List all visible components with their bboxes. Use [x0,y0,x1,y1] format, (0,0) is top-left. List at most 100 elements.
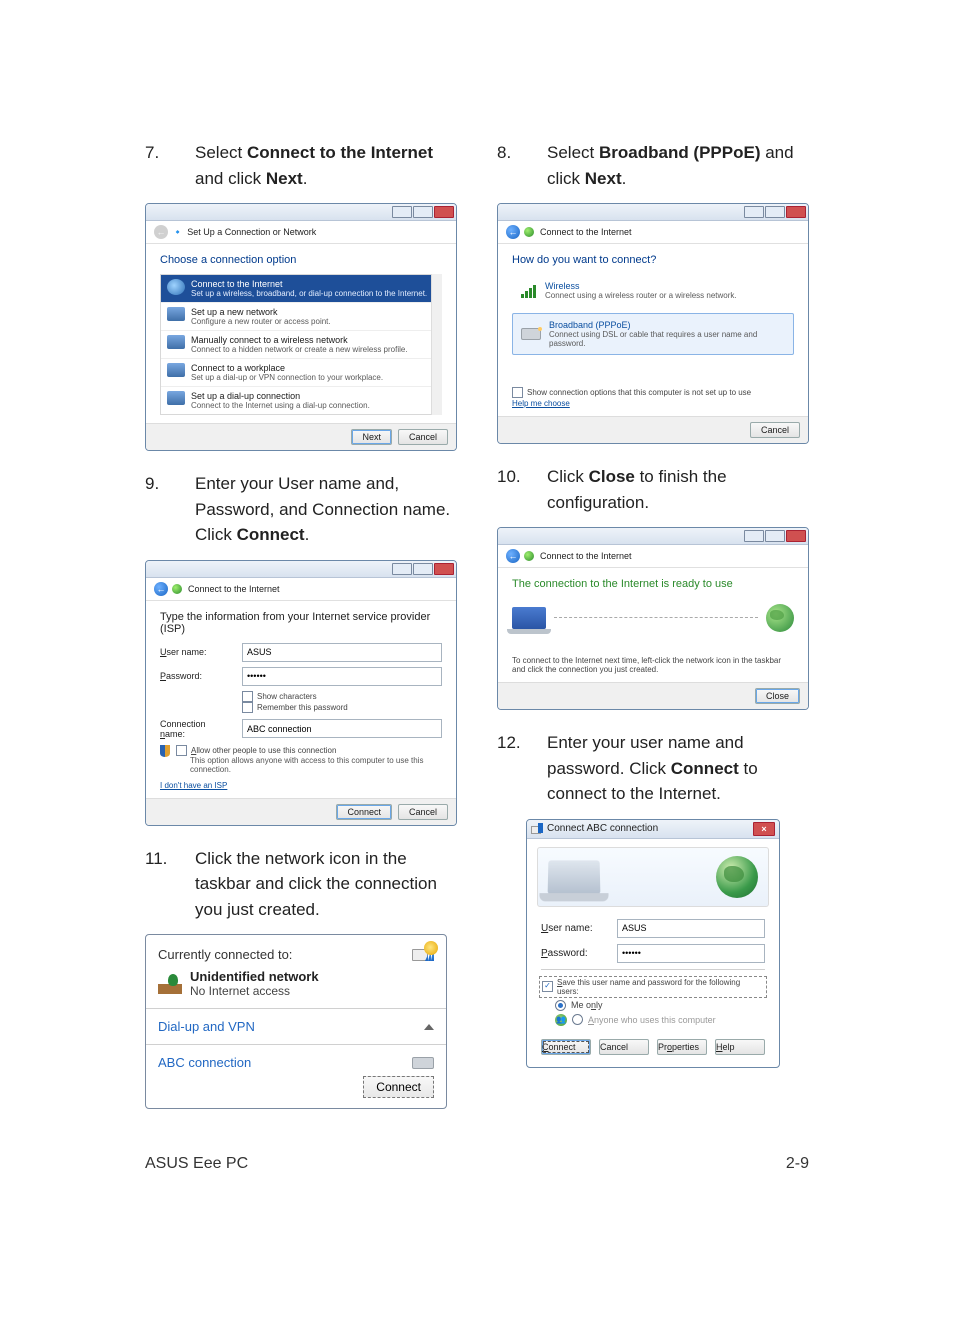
connect-button[interactable]: Connect [336,804,392,820]
step-num: 8. [497,140,547,191]
abc-connection-item[interactable]: ABC connection [146,1045,446,1080]
globe-icon [766,604,794,632]
step-7-text: 7. Select Connect to the Internet and cl… [145,140,457,191]
username-label: UUser name:ser name: [160,647,232,657]
unidentified-network-label: Unidentified network [190,969,319,984]
footer-left: ASUS Eee PC [145,1155,248,1173]
cancel-button[interactable]: Cancel [750,422,800,438]
maximize-icon[interactable] [413,563,433,575]
globe-icon [716,856,758,898]
close-icon[interactable]: × [753,822,775,836]
option-dialup[interactable]: Set up a dial-up connection Connect to t… [161,387,441,414]
option-wireless[interactable]: Wireless Connect using a wireless router… [512,274,794,307]
username-input[interactable] [617,919,765,938]
maximize-icon[interactable] [765,206,785,218]
help-button[interactable]: Help [715,1039,765,1055]
anyone-label: Anyone who uses this computer [588,1015,716,1025]
step-9-text: 9. Enter your User name and, Password, a… [145,471,457,548]
dialog-title: Connect ABC connection [547,823,658,834]
briefcase-icon [167,363,185,377]
footer-right: 2-9 [786,1155,809,1173]
remember-password-checkbox[interactable] [242,702,253,713]
globe-icon [172,584,182,594]
maximize-icon[interactable] [413,206,433,218]
heading: Choose a connection option [160,254,442,266]
connect-method-window: ← Connect to the Internet How do you wan… [497,203,809,444]
network-icon [531,823,543,835]
connection-name-input[interactable] [242,719,442,738]
close-button[interactable]: Close [755,688,800,704]
close-icon[interactable] [786,530,806,542]
connection-ready-window: ← Connect to the Internet The connection… [497,527,809,710]
heading: The connection to the Internet is ready … [512,578,794,590]
option-connect-internet[interactable]: Connect to the Internet Set up a wireles… [161,275,441,303]
back-icon[interactable]: ← [506,549,520,563]
close-icon[interactable] [786,206,806,218]
no-isp-link[interactable]: I don't have an ISP [160,781,227,790]
window-title: Connect to the Internet [540,227,632,237]
save-credentials-label: Save this user name and password for the… [557,978,764,996]
next-button[interactable]: Next [351,429,392,445]
scrollbar[interactable] [431,274,442,415]
heading: How do you want to connect? [512,254,794,266]
step-12-text: 12. Enter your user name and password. C… [497,730,809,807]
connection-art [537,847,769,907]
window-title: Connect to the Internet [188,584,280,594]
cancel-button[interactable]: Cancel [398,429,448,445]
show-more-options-checkbox[interactable] [512,387,523,398]
phone-icon [167,391,185,405]
signal-bars-icon [521,284,537,298]
option-manual-wireless[interactable]: Manually connect to a wireless network C… [161,331,441,359]
globe-icon [524,551,534,561]
laptop-icon [512,607,546,629]
window-title: Set Up a Connection or Network [187,227,316,237]
allow-others-checkbox[interactable] [176,745,187,756]
connection-name-label: Connection name: [160,719,232,739]
minimize-icon[interactable] [744,530,764,542]
refresh-icon[interactable] [424,941,438,955]
step-num: 9. [145,471,195,548]
step-num: 7. [145,140,195,191]
option-new-network[interactable]: Set up a new network Configure a new rou… [161,303,441,331]
me-only-radio[interactable] [555,1000,566,1011]
maximize-icon[interactable] [765,530,785,542]
close-icon[interactable] [434,206,454,218]
back-icon[interactable]: ← [154,582,168,596]
page-footer: ASUS Eee PC 2-9 [145,1155,809,1173]
cancel-button[interactable]: Cancel [599,1039,649,1055]
password-input[interactable] [242,667,442,686]
show-characters-checkbox[interactable] [242,691,253,702]
wireless-icon [167,335,185,349]
show-characters-label: Show characters [257,692,317,701]
connect-button[interactable]: Connect [363,1076,434,1098]
properties-button[interactable]: Properties [657,1039,707,1055]
anyone-radio [572,1014,583,1025]
modem-icon [521,328,541,340]
password-label: Password: [541,948,607,959]
close-icon[interactable] [434,563,454,575]
minimize-icon[interactable] [744,206,764,218]
connect-button[interactable]: Connect [541,1039,591,1055]
help-me-choose-link[interactable]: Help me choose [512,399,570,408]
minimize-icon[interactable] [392,563,412,575]
shield-icon: 🔹 [172,227,183,238]
cancel-button[interactable]: Cancel [398,804,448,820]
minimize-icon[interactable] [392,206,412,218]
step-num: 11. [145,846,195,923]
password-input[interactable] [617,944,765,963]
options-list: Connect to the Internet Set up a wireles… [160,274,442,415]
dialup-vpn-label: Dial-up and VPN [158,1019,255,1034]
back-icon: ← [154,225,168,239]
step-10-text: 10. Click Close to finish the configurat… [497,464,809,515]
option-broadband-pppoe[interactable]: Broadband (PPPoE) Connect using DSL or c… [512,313,794,355]
back-icon[interactable]: ← [506,225,520,239]
username-label: User name: [541,923,607,934]
step-11-text: 11. Click the network icon in the taskba… [145,846,457,923]
currently-connected-label: Currently connected to: [158,947,292,962]
modem-icon [412,1057,434,1069]
save-credentials-checkbox[interactable] [542,981,553,992]
option-workplace[interactable]: Connect to a workplace Set up a dial-up … [161,359,441,387]
step-8-text: 8. Select Broadband (PPPoE) and click Ne… [497,140,809,191]
dialup-vpn-section[interactable]: Dial-up and VPN [146,1009,446,1044]
username-input[interactable] [242,643,442,662]
